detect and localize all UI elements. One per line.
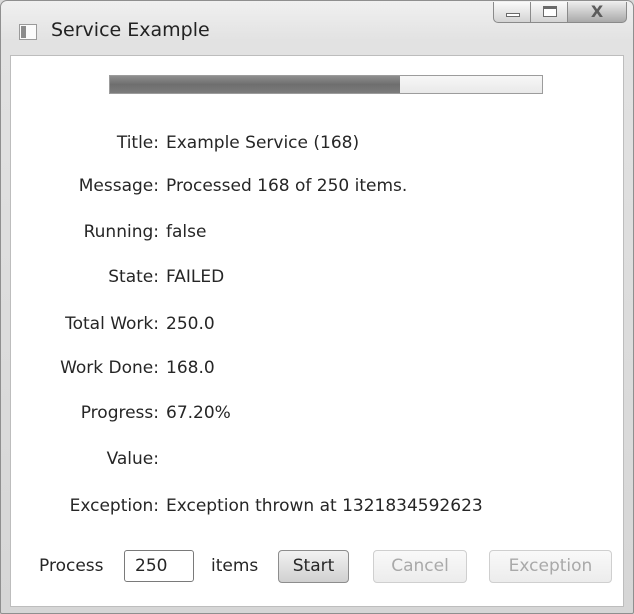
start-button[interactable]: Start (278, 550, 349, 583)
items-label: items (211, 556, 259, 576)
app-window: Service Example X Title: Example Service… (0, 0, 634, 614)
property-label: Exception: (69, 496, 159, 516)
property-label: Work Done: (60, 358, 159, 378)
process-label: Process (39, 556, 104, 576)
maximize-button[interactable] (530, 2, 568, 23)
progress-bar (109, 75, 543, 94)
close-button[interactable]: X (567, 2, 627, 23)
cancel-button[interactable]: Cancel (373, 550, 467, 583)
minimize-button[interactable] (493, 2, 531, 23)
property-label: Progress: (80, 403, 159, 423)
property-value: 168.0 (166, 358, 215, 378)
maximize-icon (543, 6, 557, 17)
property-value: 250.0 (166, 314, 215, 334)
property-label: Running: (83, 222, 159, 242)
content-panel: Title: Example Service (168) Message: Pr… (10, 55, 624, 607)
exception-button[interactable]: Exception (489, 550, 612, 583)
property-label: State: (108, 267, 159, 287)
property-label: Message: (78, 176, 159, 196)
property-label: Value: (106, 449, 159, 469)
property-value: FAILED (166, 267, 225, 287)
progress-bar-fill (110, 76, 401, 93)
control-bar: Process items Start Cancel Exception (11, 546, 623, 586)
window-controls: X (493, 2, 627, 23)
window-title: Service Example (51, 19, 210, 41)
property-value: Example Service (168) (166, 133, 360, 153)
minimize-icon (506, 13, 520, 17)
property-label: Title: (116, 133, 159, 153)
item-count-input[interactable] (124, 550, 194, 582)
property-label: Total Work: (65, 314, 159, 334)
property-value: Exception thrown at 1321834592623 (166, 496, 483, 516)
property-value: false (166, 222, 207, 242)
close-icon: X (590, 2, 604, 21)
title-bar[interactable]: Service Example X (1, 1, 633, 53)
app-icon[interactable] (19, 24, 37, 40)
property-value: 67.20% (166, 403, 231, 423)
property-value: Processed 168 of 250 items. (166, 176, 408, 196)
